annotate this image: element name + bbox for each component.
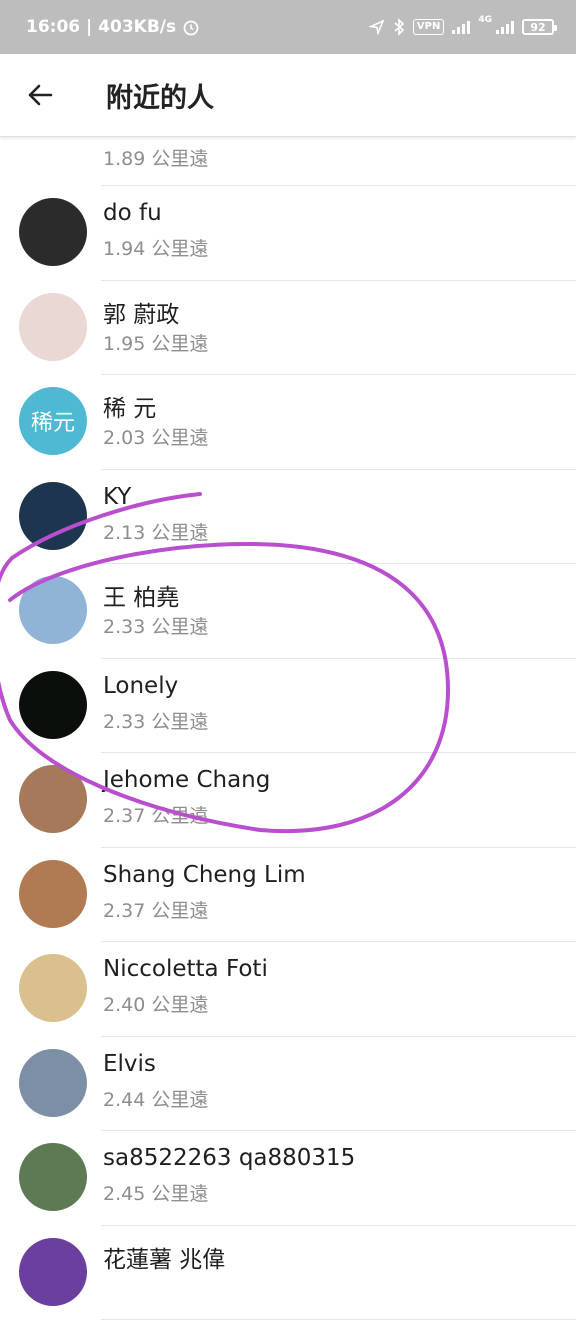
person-name: Lonely	[103, 673, 178, 699]
person-row[interactable]: 郭 蔚政1.95 公里遠	[0, 281, 576, 376]
person-name: 花蓮薯 兆偉	[103, 1240, 225, 1274]
person-distance: 2.45 公里遠	[103, 1179, 208, 1206]
bluetooth-icon	[393, 18, 405, 36]
avatar	[19, 293, 87, 361]
person-row[interactable]: Niccoletta Foti 2.40 公里遠	[0, 942, 576, 1037]
person-name: KY	[103, 484, 131, 510]
avatar	[19, 671, 87, 739]
avatar: 稀元	[19, 387, 87, 455]
person-row[interactable]: 王 柏堯2.33 公里遠	[0, 564, 576, 659]
person-name: 王 柏堯	[103, 578, 179, 612]
person-name: sa8522263 qa880315	[103, 1145, 355, 1171]
avatar	[19, 1049, 87, 1117]
person-distance: 1.89 公里遠	[103, 144, 208, 171]
person-distance: 1.95 公里遠	[103, 329, 208, 356]
person-distance: 2.13 公里遠	[103, 518, 208, 545]
avatar	[19, 860, 87, 928]
status-bar: 16:06 | 403KB/s VPN 4G 92	[0, 0, 576, 54]
person-distance: 2.37 公里遠	[103, 801, 208, 828]
avatar	[19, 198, 87, 266]
avatar	[19, 1238, 87, 1306]
network-type: 4G	[478, 16, 492, 25]
person-name: Shang Cheng Lim	[103, 862, 306, 888]
person-name: Niccoletta Foti	[103, 956, 268, 982]
location-icon	[369, 19, 385, 35]
battery-icon: 92	[522, 19, 554, 35]
person-name: Elvis	[103, 1051, 156, 1077]
page-title: 附近的人	[106, 76, 214, 115]
person-row[interactable]: 花蓮薯 兆偉	[0, 1226, 576, 1320]
vpn-badge: VPN	[413, 19, 444, 35]
person-row[interactable]: do fu 1.94 公里遠	[0, 186, 576, 281]
back-button[interactable]	[0, 54, 80, 136]
avatar	[19, 576, 87, 644]
status-time: 16:06 | 403KB/s	[26, 17, 176, 37]
person-distance: 2.40 公里遠	[103, 990, 208, 1017]
avatar	[19, 954, 87, 1022]
person-row[interactable]: Lonely 2.33 公里遠	[0, 659, 576, 754]
app-bar: 附近的人	[0, 54, 576, 137]
person-name: do fu	[103, 200, 162, 226]
nearby-people-list: 1.89 公里遠do fu1.94 公里遠郭 蔚政1.95 公里遠稀元稀 元2.…	[0, 92, 576, 1320]
person-row[interactable]: sa8522263 qa880315 2.45 公里遠	[0, 1131, 576, 1226]
person-distance: 2.03 公里遠	[103, 423, 208, 450]
avatar	[19, 765, 87, 833]
arrow-left-icon	[26, 81, 54, 109]
avatar	[19, 1143, 87, 1211]
person-row[interactable]: KY 2.13 公里遠	[0, 470, 576, 565]
person-row[interactable]: Jehome Chang 2.37 公里遠	[0, 753, 576, 848]
person-distance: 1.94 公里遠	[103, 234, 208, 261]
alarm-icon	[182, 18, 200, 36]
person-name: 郭 蔚政	[103, 295, 179, 329]
person-name: Jehome Chang	[103, 767, 270, 793]
person-distance: 2.44 公里遠	[103, 1085, 208, 1112]
person-distance: 2.37 公里遠	[103, 896, 208, 923]
person-row[interactable]: 稀元稀 元2.03 公里遠	[0, 375, 576, 470]
person-distance: 2.33 公里遠	[103, 612, 208, 639]
person-row[interactable]: Shang Cheng Lim 2.37 公里遠	[0, 848, 576, 943]
person-name: 稀 元	[103, 389, 156, 423]
battery-level: 92	[530, 21, 545, 34]
avatar	[19, 482, 87, 550]
person-row[interactable]: Elvis 2.44 公里遠	[0, 1037, 576, 1132]
person-distance: 2.33 公里遠	[103, 707, 208, 734]
cell-signal-icon	[496, 20, 514, 34]
wifi-signal-icon	[452, 20, 470, 34]
